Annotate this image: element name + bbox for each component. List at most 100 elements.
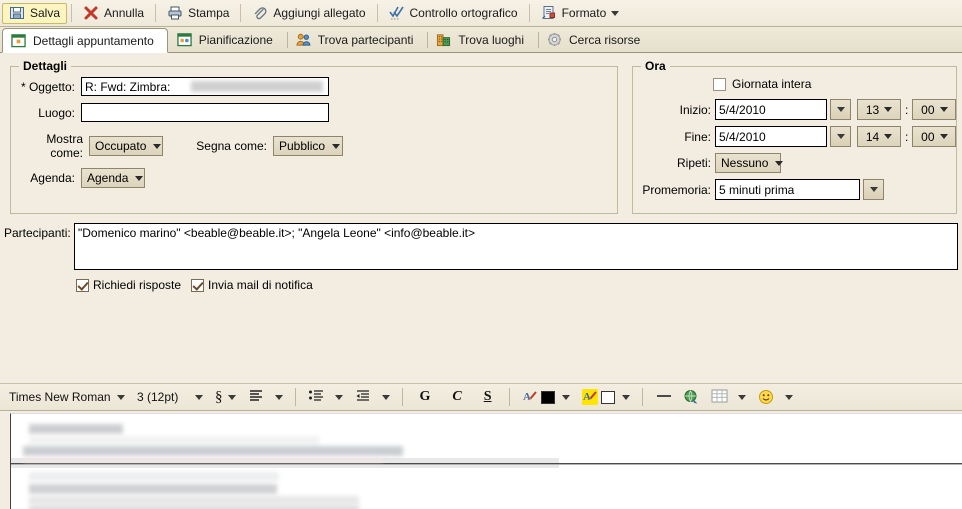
mark-as-dropdown[interactable]: Pubblico: [273, 136, 343, 156]
message-body-editor[interactable]: [10, 413, 962, 509]
redacted-line: [29, 472, 279, 481]
calendar-label: Agenda:: [30, 171, 75, 185]
chevron-down-icon: [227, 394, 236, 400]
show-as-label: Mostra come:: [46, 132, 83, 160]
insert-table-icon: [711, 389, 728, 405]
bold-button[interactable]: G: [410, 387, 441, 407]
start-date-input[interactable]: [715, 99, 827, 120]
chevron-down-icon: [869, 187, 878, 192]
mark-as-label: Segna come:: [196, 139, 267, 153]
chevron-down-icon: [621, 394, 630, 400]
calendar-icon: [11, 33, 27, 49]
toolbar-divider: [401, 388, 403, 406]
reminder-label: Promemoria:: [642, 182, 711, 197]
chevron-down-icon: [135, 175, 144, 181]
save-icon: [9, 5, 25, 21]
show-as-dropdown[interactable]: Occupato: [89, 136, 163, 156]
participants-options: Richiedi risposte Invia mail di notifica: [76, 278, 313, 292]
start-minute-dropdown[interactable]: 00: [912, 99, 957, 120]
start-label: Inizio:: [679, 102, 711, 117]
highlight-color-dropdown[interactable]: A: [577, 387, 635, 407]
insert-link-icon: [683, 389, 699, 405]
align-dropdown[interactable]: [243, 387, 288, 407]
send-notification-option[interactable]: Invia mail di notifica: [191, 278, 313, 292]
tab-label: Trova partecipanti: [317, 33, 414, 47]
tab-dettagli-appuntamento[interactable]: Dettagli appuntamento: [2, 28, 168, 53]
print-label: Stampa: [188, 6, 230, 20]
time-fieldset: Ora Giornata intera Inizio: 13 : 00 Fine…: [632, 59, 958, 214]
tab-trova-partecipanti[interactable]: Trova partecipanti: [286, 27, 428, 52]
cancel-button[interactable]: Annulla: [76, 3, 151, 24]
indent-dropdown[interactable]: [350, 387, 395, 407]
participants-input[interactable]: "Domenico marino" <beable@beable.it>; "A…: [74, 223, 958, 270]
tab-label: Trova luoghi: [458, 33, 524, 47]
start-hour-dropdown[interactable]: 13: [857, 99, 901, 120]
chevron-down-icon: [884, 107, 893, 112]
svg-text:A: A: [583, 391, 591, 403]
chevron-down-icon: [775, 160, 784, 166]
underline-button[interactable]: S: [474, 387, 502, 407]
chevron-down-icon: [561, 394, 570, 400]
location-label: Luogo:: [38, 105, 75, 120]
paragraph-icon: §: [215, 388, 223, 405]
all-day-checkbox[interactable]: [713, 77, 726, 91]
calendar-dropdown[interactable]: Agenda: [81, 168, 145, 188]
main-toolbar: Salva Annulla Stampa Aggiungi allegato C…: [0, 0, 962, 27]
emoticon-dropdown[interactable]: [753, 387, 798, 407]
body-horizontal-rule: [11, 463, 962, 465]
end-hour-value: 14: [865, 129, 880, 144]
font-size-dropdown[interactable]: 3 (12pt): [132, 387, 208, 407]
font-family-dropdown[interactable]: Times New Roman: [4, 387, 130, 407]
insert-link-button[interactable]: [678, 387, 704, 407]
repeat-value: Nessuno: [721, 156, 769, 170]
tab-cerca-risorse[interactable]: Cerca risorse: [538, 27, 654, 52]
tab-bar: Dettagli appuntamento Pianificazione Tro…: [0, 27, 962, 53]
paragraph-style-dropdown[interactable]: §: [210, 387, 241, 407]
end-date-input[interactable]: [715, 126, 827, 147]
start-date-picker-button[interactable]: [830, 99, 851, 120]
send-notification-checkbox[interactable]: [191, 278, 205, 292]
reminder-dropdown-button[interactable]: [863, 179, 884, 200]
tab-trova-luoghi[interactable]: Trova luoghi: [427, 27, 538, 52]
chevron-down-icon: [737, 394, 746, 400]
participants-label: Partecipanti:: [4, 226, 71, 240]
save-button[interactable]: Salva: [2, 2, 68, 24]
insert-table-dropdown[interactable]: [706, 387, 751, 407]
text-color-swatch: [540, 390, 555, 404]
subject-label: * Oggetto:: [20, 79, 75, 94]
time-separator: :: [905, 129, 909, 144]
reminder-input[interactable]: [715, 179, 860, 200]
italic-button[interactable]: C: [442, 387, 471, 407]
add-attachment-label: Aggiungi allegato: [273, 6, 366, 20]
start-hour-value: 13: [865, 102, 880, 117]
add-attachment-button[interactable]: Aggiungi allegato: [245, 3, 372, 24]
spellcheck-button[interactable]: Controllo ortografico: [382, 3, 525, 24]
end-date-picker-button[interactable]: [830, 126, 851, 147]
end-minute-dropdown[interactable]: 00: [912, 126, 957, 147]
redacted-line: [29, 436, 319, 445]
print-button[interactable]: Stampa: [160, 3, 236, 24]
chevron-down-icon: [117, 394, 125, 400]
spellcheck-label: Controllo ortografico: [409, 6, 518, 20]
end-hour-dropdown[interactable]: 14: [857, 126, 901, 147]
request-responses-label: Richiedi risposte: [93, 278, 182, 292]
list-dropdown[interactable]: [303, 387, 348, 407]
chevron-down-icon: [153, 143, 162, 149]
location-input[interactable]: [81, 103, 329, 122]
toolbar-divider: [155, 4, 157, 22]
format-button[interactable]: Formato: [534, 3, 627, 24]
horizontal-rule-button[interactable]: [650, 387, 676, 407]
request-responses-checkbox[interactable]: [76, 278, 89, 292]
redacted-line: [23, 446, 403, 456]
request-responses-option[interactable]: Richiedi risposte: [76, 278, 181, 292]
repeat-dropdown[interactable]: Nessuno: [715, 153, 784, 173]
emoticon-icon: [758, 389, 774, 405]
format-label: Formato: [561, 6, 607, 20]
tab-pianificazione[interactable]: Pianificazione: [168, 27, 287, 52]
attachment-icon: [252, 5, 268, 21]
align-left-icon: [248, 389, 264, 405]
bullet-list-icon: [308, 389, 324, 405]
text-color-dropdown[interactable]: A: [517, 387, 575, 407]
start-minute-value: 00: [921, 102, 935, 117]
redacted-line: [29, 424, 123, 434]
